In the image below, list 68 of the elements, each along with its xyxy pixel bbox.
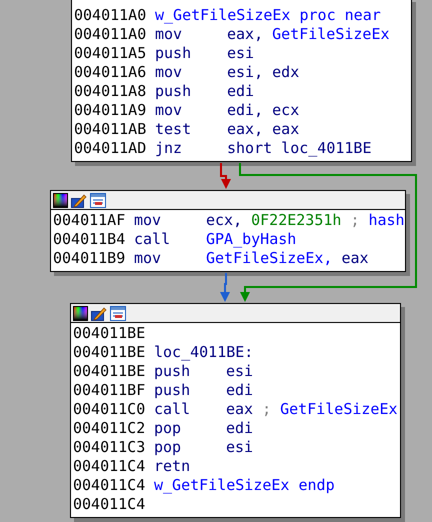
- address: 004011A0: [74, 6, 148, 25]
- address: 004011C4: [73, 457, 146, 476]
- address: 004011AF: [53, 211, 126, 230]
- graph-overview-icon[interactable]: [110, 306, 126, 320]
- mnemonic: pop: [154, 438, 182, 457]
- mnemonic: push: [155, 82, 192, 101]
- address: 004011B9: [53, 249, 126, 268]
- number-operand: 0F22E2351h: [251, 211, 342, 230]
- symbol-name: GetFileSizeEx: [280, 400, 398, 419]
- mnemonic: jnz: [155, 139, 184, 158]
- pencil-icon[interactable]: [91, 306, 107, 320]
- address: 004011B4: [53, 230, 126, 249]
- mnemonic: push: [154, 362, 192, 381]
- mnemonic: call: [154, 400, 192, 419]
- symbol-name: GetFileSizeEx: [272, 25, 390, 44]
- address: 004011AD: [74, 139, 148, 158]
- operand: edi: [226, 419, 254, 438]
- mnemonic: push: [154, 381, 192, 400]
- address: 004011C2: [73, 419, 146, 438]
- address: 004011A0: [74, 25, 148, 44]
- address: 004011A6: [74, 63, 148, 82]
- graph-overview-icon[interactable]: [90, 192, 106, 208]
- address: 004011C4: [73, 495, 146, 514]
- mnemonic: mov: [134, 249, 162, 268]
- operand: esi: [226, 438, 254, 457]
- mnemonic: test: [155, 120, 192, 139]
- address: 004011A5: [74, 44, 148, 63]
- pencil-icon[interactable]: [71, 192, 87, 208]
- mnemonic: retn: [154, 457, 192, 476]
- mnemonic: mov: [155, 25, 184, 44]
- operand: eax,: [227, 25, 264, 44]
- mnemonic: mov: [155, 101, 184, 120]
- operand: esi: [226, 362, 254, 381]
- palette-icon[interactable]: [53, 192, 68, 208]
- operand: edi: [227, 82, 254, 101]
- label-text: w_GetFileSizeEx endp: [154, 476, 335, 495]
- mnemonic: push: [155, 44, 192, 63]
- symbol-name: GetFileSizeEx,: [206, 249, 332, 268]
- operand: edi: [226, 381, 254, 400]
- label-text: w_GetFileSizeEx proc near: [155, 6, 381, 25]
- mnemonic: call: [134, 230, 172, 249]
- mnemonic: pop: [154, 419, 182, 438]
- address: 004011A9: [74, 101, 148, 120]
- operand: eax: [341, 249, 369, 268]
- comment-mark: ;: [262, 400, 272, 419]
- operand: esi, edx: [227, 63, 300, 82]
- mnemonic: mov: [155, 63, 184, 82]
- symbol-name: GPA_byHash: [206, 230, 296, 249]
- address: 004011BE: [73, 324, 146, 343]
- address: 004011A8: [74, 82, 148, 101]
- address: 004011BF: [73, 381, 146, 400]
- label-text: loc_4011BE:: [154, 343, 254, 362]
- palette-icon[interactable]: [73, 306, 88, 320]
- address: 004011BE: [73, 343, 146, 362]
- mnemonic: mov: [134, 211, 162, 230]
- comment-mark: ;: [350, 211, 360, 230]
- address: 004011C3: [73, 438, 146, 457]
- address: 004011AB: [74, 120, 148, 139]
- operand: edi, ecx: [227, 101, 300, 120]
- operand: short loc_4011BE: [227, 139, 372, 158]
- operand: eax: [226, 400, 254, 419]
- operand: esi: [227, 44, 254, 63]
- address: 004011C0: [73, 400, 146, 419]
- address: 004011BE: [73, 362, 146, 381]
- operand: eax, eax: [227, 120, 300, 139]
- operand: ecx,: [206, 211, 242, 230]
- address: 004011C4: [73, 476, 146, 495]
- symbol-name: hash: [368, 211, 405, 230]
